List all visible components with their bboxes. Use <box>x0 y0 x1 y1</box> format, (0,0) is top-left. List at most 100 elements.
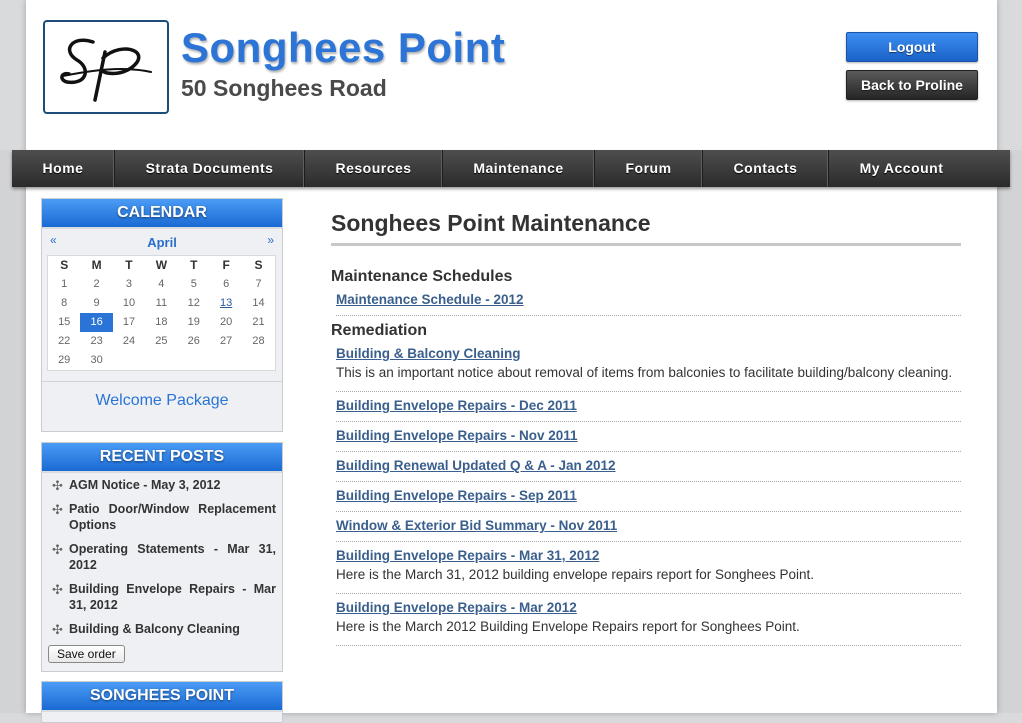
calendar-day: 11 <box>155 297 168 309</box>
calendar-title: CALENDAR <box>42 199 282 229</box>
document-link[interactable]: Building Envelope Repairs - Mar 2012 <box>336 600 961 615</box>
calendar-day: 23 <box>90 335 103 347</box>
calendar-day[interactable]: 13 <box>210 294 242 313</box>
calendar-day: 14 <box>252 297 265 309</box>
calendar-day: 8 <box>61 297 68 309</box>
calendar-next-button[interactable]: » <box>267 233 274 247</box>
calendar-weekday: S <box>254 258 263 272</box>
recent-post-item[interactable]: ✣ Operating Statements - Mar 31, 2012 <box>52 541 276 573</box>
document-description: This is an important notice about remova… <box>336 365 953 380</box>
calendar-day: 4 <box>158 278 165 290</box>
recent-post-label: Building Envelope Repairs - Mar 31, 2012 <box>69 582 276 612</box>
document-entry: Building Envelope Repairs - Dec 2011 <box>336 392 961 422</box>
save-order-button[interactable]: Save order <box>48 645 125 663</box>
calendar-day: 26 <box>187 335 200 347</box>
drag-handle-icon[interactable]: ✣ <box>52 582 63 598</box>
recent-post-item[interactable]: ✣ AGM Notice - May 3, 2012 <box>52 477 276 493</box>
back-to-proline-button[interactable]: Back to Proline <box>846 70 978 100</box>
calendar-weekday: F <box>222 258 230 272</box>
calendar-day: 30 <box>90 354 103 366</box>
songhees-point-widget: SONGHEES POINT <box>41 681 283 723</box>
document-link[interactable]: Building & Balcony Cleaning <box>336 346 961 361</box>
calendar-day: 9 <box>93 297 100 309</box>
document-link[interactable]: Building Envelope Repairs - Mar 31, 2012 <box>336 548 961 563</box>
calendar-day: 15 <box>58 316 71 328</box>
calendar-day: 17 <box>122 316 136 328</box>
calendar-empty-cell <box>242 351 274 370</box>
drag-handle-icon[interactable]: ✣ <box>52 542 63 558</box>
calendar-weekday: T <box>125 258 133 272</box>
site-title: Songhees Point <box>181 24 506 71</box>
calendar-day: 18 <box>155 316 168 328</box>
recent-post-label: Operating Statements - Mar 31, 2012 <box>69 542 276 572</box>
calendar-day: 27 <box>220 335 233 347</box>
calendar-nav: « April » <box>42 229 282 255</box>
calendar-weekday: W <box>155 258 168 272</box>
logout-button[interactable]: Logout <box>846 32 978 62</box>
calendar-weekday: M <box>91 258 102 272</box>
nav-maintenance[interactable]: Maintenance <box>443 150 595 187</box>
calendar-day: 3 <box>125 278 133 290</box>
document-entry: Building Renewal Updated Q & A - Jan 201… <box>336 452 961 482</box>
calendar-day: 6 <box>223 278 230 290</box>
nav-forum[interactable]: Forum <box>595 150 703 187</box>
main-nav: Home Strata Documents Resources Maintena… <box>12 150 1010 187</box>
document-link[interactable]: Building Envelope Repairs - Dec 2011 <box>336 398 961 413</box>
document-link[interactable]: Building Envelope Repairs - Sep 2011 <box>336 488 961 503</box>
document-link[interactable]: Window & Exterior Bid Summary - Nov 2011 <box>336 518 961 533</box>
recent-post-item[interactable]: ✣ Building Envelope Repairs - Mar 31, 201… <box>52 581 276 613</box>
content-sections: Maintenance Schedules Maintenance Schedul… <box>331 268 961 646</box>
calendar-day: 28 <box>252 335 265 347</box>
document-link[interactable]: Building Envelope Repairs - Nov 2011 <box>336 428 961 443</box>
drag-handle-icon[interactable]: ✣ <box>52 622 63 638</box>
document-link[interactable]: Maintenance Schedule - 2012 <box>336 292 961 307</box>
page-title: Songhees Point Maintenance <box>331 210 961 246</box>
document-entry: Building Envelope Repairs - Mar 31, 2012… <box>336 542 961 594</box>
nav-my-account[interactable]: My Account <box>829 150 974 187</box>
calendar-empty-cell <box>210 351 242 370</box>
calendar-day: 25 <box>155 335 168 347</box>
document-entry: Maintenance Schedule - 2012 <box>336 286 961 316</box>
section-heading: Maintenance Schedules <box>331 268 513 285</box>
calendar-day: 21 <box>252 316 265 328</box>
recent-posts-title: RECENT POSTS <box>42 443 282 473</box>
calendar-day: 2 <box>93 278 100 290</box>
calendar-day: 10 <box>122 297 136 309</box>
songhees-point-title: SONGHEES POINT <box>42 682 282 712</box>
recent-post-item[interactable]: ✣ Patio Door/Window Replacement Options <box>52 501 276 533</box>
document-link[interactable]: Building Renewal Updated Q & A - Jan 201… <box>336 458 961 473</box>
document-description: Here is the March 31, 2012 building enve… <box>336 567 815 582</box>
main-content: Songhees Point Maintenance Maintenance S… <box>331 210 961 646</box>
document-entry: Building & Balcony Cleaning This is an im… <box>336 340 961 392</box>
calendar-day: 12 <box>187 297 200 309</box>
nav-home[interactable]: Home <box>12 150 115 187</box>
calendar-month[interactable]: April <box>42 235 282 250</box>
calendar-day: 7 <box>255 278 262 290</box>
recent-posts-widget: RECENT POSTS ✣ AGM Notice - May 3, 2012 ✣ P… <box>41 442 283 672</box>
recent-post-label: Patio Door/Window Replacement Options <box>69 502 276 532</box>
drag-handle-icon[interactable]: ✣ <box>52 478 63 494</box>
drag-handle-icon[interactable]: ✣ <box>52 502 63 518</box>
document-description: Here is the March 2012 Building Envelope… <box>336 619 800 634</box>
site-logo[interactable] <box>43 20 169 114</box>
calendar-empty-cell <box>178 351 210 370</box>
nav-resources[interactable]: Resources <box>305 150 443 187</box>
nav-strata-documents[interactable]: Strata Documents <box>115 150 305 187</box>
recent-post-item[interactable]: ✣ Building & Balcony Cleaning <box>52 621 276 637</box>
recent-post-label: AGM Notice - May 3, 2012 <box>69 478 221 492</box>
calendar-day: 29 <box>58 354 71 366</box>
calendar-day: 20 <box>220 316 233 328</box>
calendar-day: 16 <box>80 313 113 332</box>
calendar-grid: S M T W T F S 1 2 3 4 5 6 7 8 9 10 11 12 13 14 15 16 17 18 19 20 21… <box>47 255 276 371</box>
calendar-weekday: T <box>190 258 198 272</box>
sp-monogram-icon <box>60 38 152 102</box>
document-entry: Building Envelope Repairs - Nov 2011 <box>336 422 961 452</box>
calendar-widget: CALENDAR « April » S M T W T F S 1 2 3 4 5 6 7 8 9 10 11 1… <box>41 198 283 432</box>
recent-posts-list: ✣ AGM Notice - May 3, 2012 ✣ Patio Door/Win… <box>42 473 282 637</box>
calendar-empty-cell <box>145 351 177 370</box>
nav-contacts[interactable]: Contacts <box>703 150 829 187</box>
calendar-day: 22 <box>58 335 71 347</box>
welcome-package-link[interactable]: Welcome Package <box>42 381 282 420</box>
calendar-empty-cell <box>113 351 145 370</box>
site-subtitle: 50 Songhees Road <box>181 75 387 101</box>
